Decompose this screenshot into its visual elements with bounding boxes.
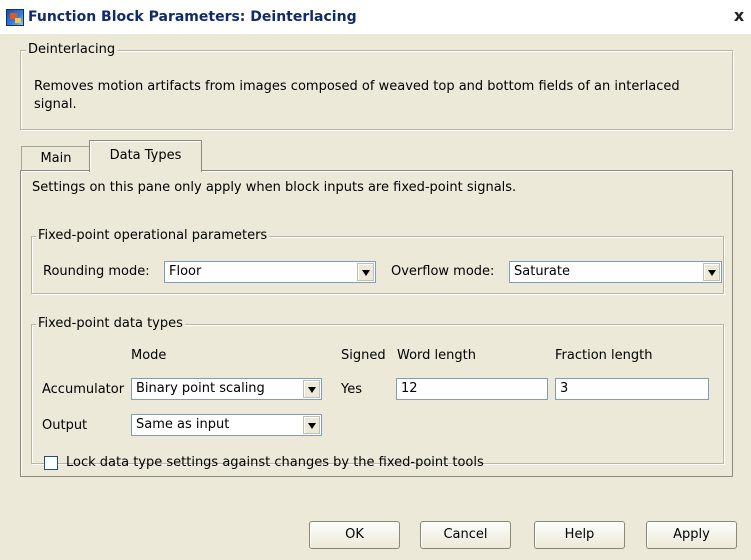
pane-note: Settings on this pane only apply when bl… — [32, 180, 517, 195]
header-mode: Mode — [131, 348, 167, 363]
output-mode-value: Same as input — [136, 417, 230, 432]
chevron-down-icon — [303, 380, 320, 398]
rounding-mode-label: Rounding mode: — [43, 264, 150, 279]
description-group-label: Deinterlacing — [26, 42, 118, 57]
chevron-down-icon — [357, 263, 374, 281]
overflow-mode-value: Saturate — [514, 264, 570, 279]
tab-main-label: Main — [40, 151, 72, 166]
apply-button[interactable]: Apply — [646, 521, 737, 549]
description-text: Removes motion artifacts from images com… — [34, 79, 680, 112]
cancel-button[interactable]: Cancel — [420, 521, 511, 549]
simulink-block-icon — [6, 9, 24, 26]
close-button[interactable]: x — [730, 6, 748, 26]
tab-data-types-label: Data Types — [109, 148, 182, 163]
lock-datatype-checkbox[interactable] — [44, 456, 58, 470]
help-button[interactable]: Help — [534, 521, 625, 549]
accumulator-fraction-length-field[interactable]: 3 — [555, 378, 709, 400]
window-title: Function Block Parameters: Deinterlacing — [28, 9, 357, 25]
tab-data-types[interactable]: Data Types — [89, 140, 202, 172]
chevron-down-icon — [703, 263, 720, 281]
rounding-mode-value: Floor — [169, 264, 202, 279]
accumulator-word-length-field[interactable]: 12 — [396, 378, 548, 400]
ok-button[interactable]: OK — [309, 521, 400, 549]
accumulator-mode-select[interactable]: Binary point scaling — [131, 378, 322, 400]
accumulator-label: Accumulator — [42, 382, 125, 397]
overflow-mode-select[interactable]: Saturate — [509, 261, 722, 283]
header-word-length: Word length — [397, 348, 476, 363]
header-signed: Signed — [341, 348, 386, 363]
accumulator-mode-value: Binary point scaling — [136, 381, 265, 396]
rounding-mode-select[interactable]: Floor — [164, 261, 376, 283]
accumulator-signed: Yes — [341, 382, 362, 397]
accumulator-word-length-value: 12 — [401, 381, 418, 396]
output-mode-select[interactable]: Same as input — [131, 414, 322, 436]
lock-datatype-label: Lock data type settings against changes … — [66, 455, 484, 470]
output-label: Output — [42, 418, 88, 433]
operational-group-label: Fixed-point operational parameters — [36, 228, 270, 243]
overflow-mode-label: Overflow mode: — [391, 264, 495, 279]
tab-main[interactable]: Main — [21, 146, 91, 170]
chevron-down-icon — [303, 416, 320, 434]
header-fraction-length: Fraction length — [555, 348, 653, 363]
accumulator-fraction-length-value: 3 — [560, 381, 569, 396]
datatypes-group-label: Fixed-point data types — [36, 316, 185, 331]
